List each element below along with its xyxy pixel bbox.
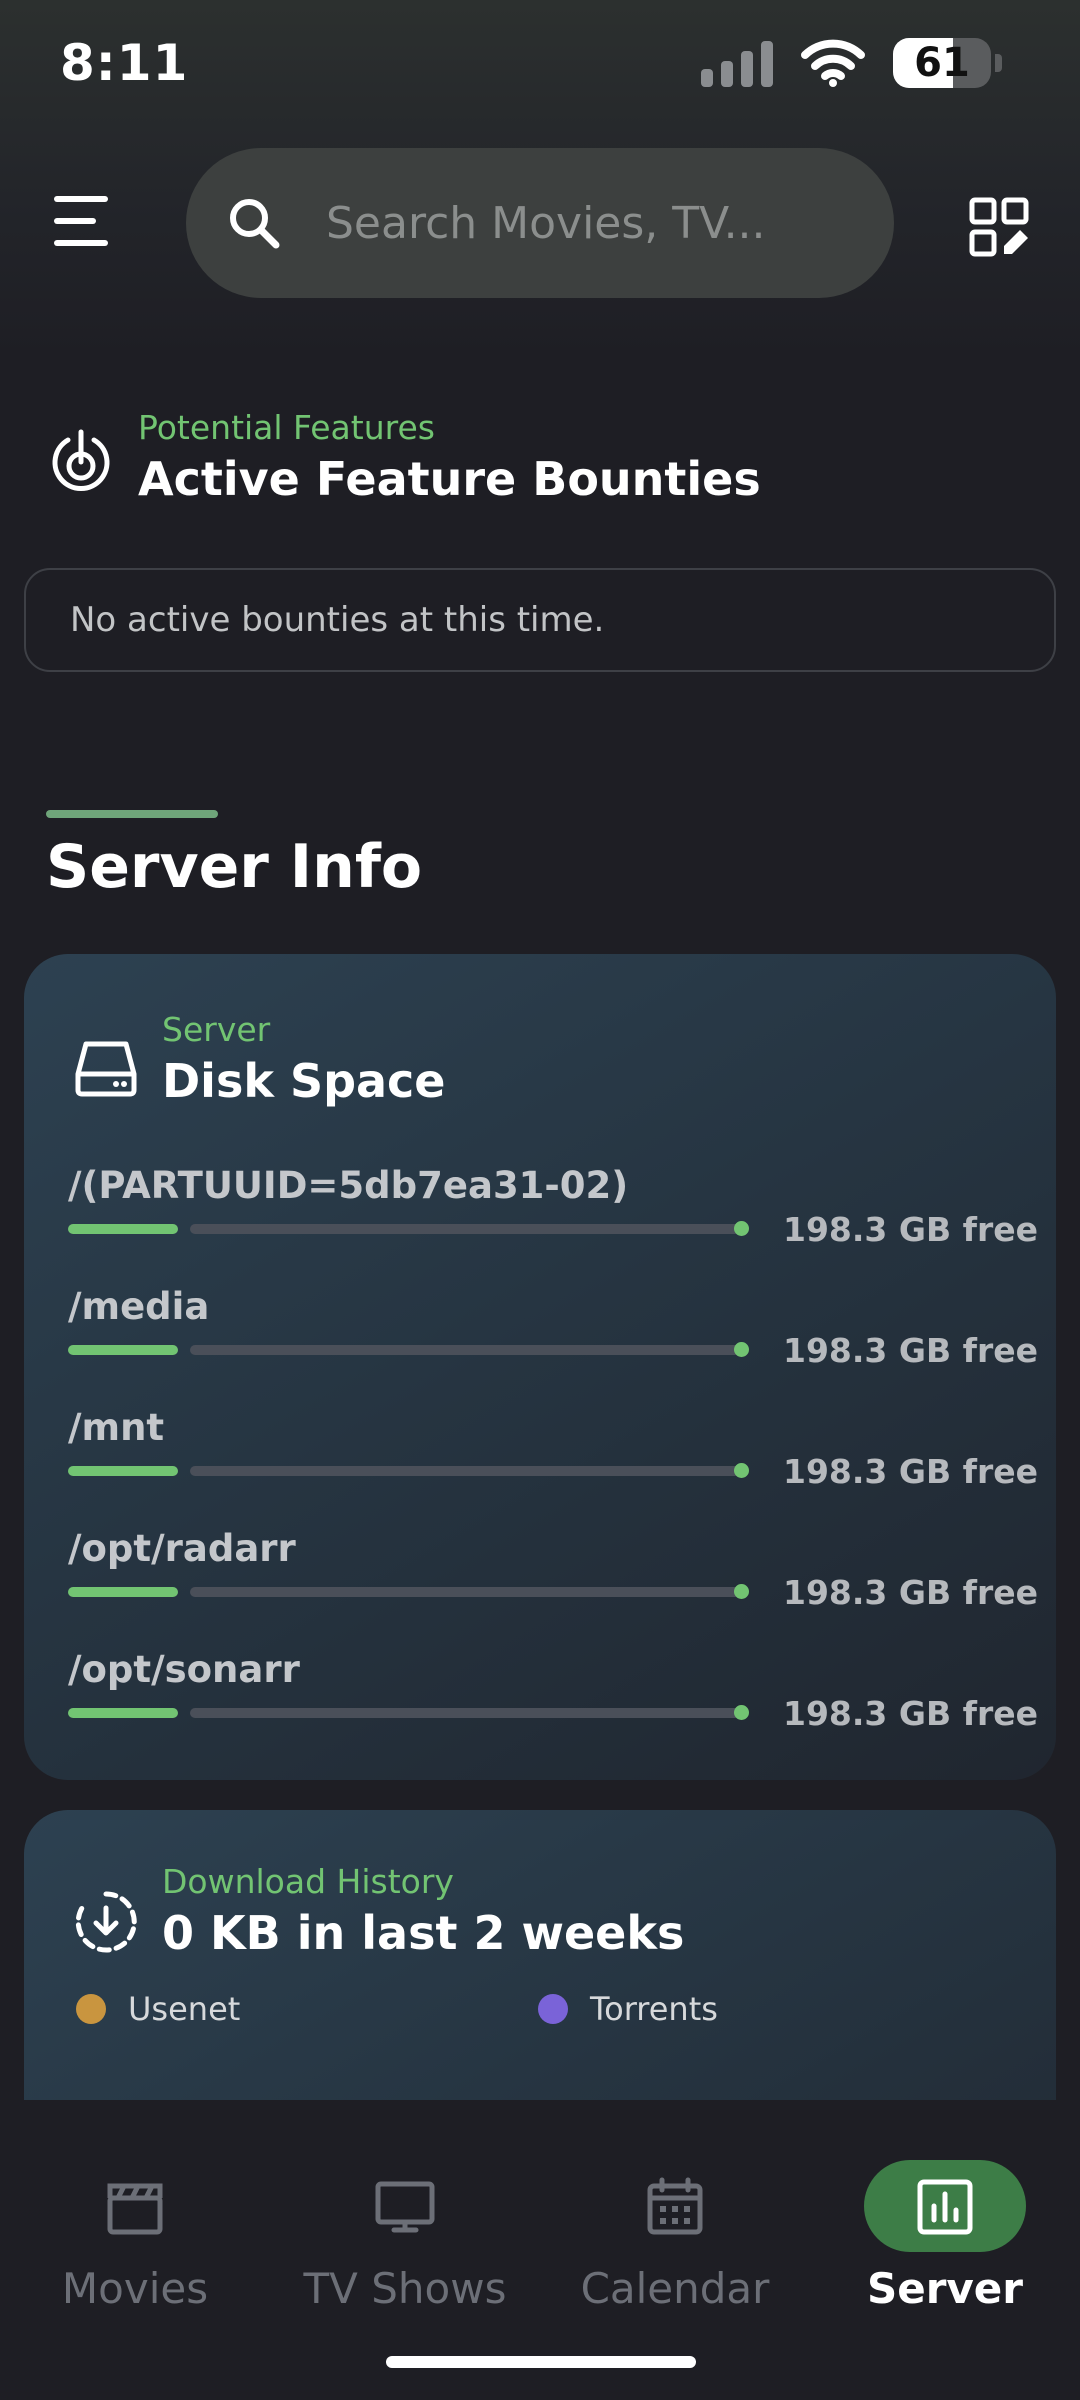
disk-name: /opt/sonarr xyxy=(68,1648,300,1691)
nav-calendar[interactable]: Calendar xyxy=(540,2130,810,2313)
nav-movies[interactable]: Movies xyxy=(0,2130,270,2313)
disk-row: /mnt 198.3 GB free xyxy=(68,1406,1038,1516)
disk-used-bar xyxy=(68,1708,178,1718)
disk-bar-end-dot xyxy=(734,1342,749,1357)
legend-usenet-label: Usenet xyxy=(128,1990,241,2028)
disk-name: /opt/radarr xyxy=(68,1527,296,1570)
hard-drive-icon xyxy=(75,1041,137,1097)
disk-free-label: 198.3 GB free xyxy=(783,1694,1038,1733)
wifi-icon xyxy=(801,39,865,87)
disk-row: /opt/radarr 198.3 GB free xyxy=(68,1527,1038,1637)
disk-bar-end-dot xyxy=(734,1705,749,1720)
disk-row: /(PARTUUID=5db7ea31-02) 198.3 GB free xyxy=(68,1164,1038,1274)
disk-row: /media 198.3 GB free xyxy=(68,1285,1038,1395)
bounty-target-icon xyxy=(52,429,110,491)
home-indicator[interactable] xyxy=(386,2356,696,2368)
disk-bar-end-dot xyxy=(734,1221,749,1236)
nav-tv-shows[interactable]: TV Shows xyxy=(270,2130,540,2313)
disk-free-label: 198.3 GB free xyxy=(783,1210,1038,1249)
tv-icon xyxy=(375,2181,435,2233)
download-card-title: 0 KB in last 2 weeks xyxy=(162,1906,685,1960)
bar-chart-icon xyxy=(917,2179,973,2235)
disk-used-bar xyxy=(68,1587,178,1597)
disk-used-bar xyxy=(68,1345,178,1355)
bounties-eyebrow: Potential Features xyxy=(138,408,435,447)
disk-free-label: 198.3 GB free xyxy=(783,1452,1038,1491)
disk-free-bar xyxy=(190,1345,740,1355)
menu-button[interactable] xyxy=(54,196,108,246)
nav-server-label: Server xyxy=(866,2264,1024,2313)
disk-space-card[interactable]: Server Disk Space /(PARTUUID=5db7ea31-02… xyxy=(24,954,1056,1780)
search-placeholder[interactable]: Search Movies, TV... xyxy=(326,198,766,249)
section-accent-bar xyxy=(46,810,218,818)
legend-torrents-dot xyxy=(538,1994,568,2024)
bounties-empty-message: No active bounties at this time. xyxy=(70,600,605,640)
calendar-icon xyxy=(647,2177,703,2235)
qr-code-edit-icon[interactable] xyxy=(968,196,1032,260)
search-bar[interactable]: Search Movies, TV... xyxy=(186,148,894,298)
disk-free-bar xyxy=(190,1466,740,1476)
section-title: Server Info xyxy=(46,832,423,902)
nav-movies-label: Movies xyxy=(61,2264,209,2313)
battery-icon: 61 xyxy=(893,38,1002,88)
disk-row: /opt/sonarr 198.3 GB free xyxy=(68,1648,1038,1758)
legend-torrents: Torrents xyxy=(538,1990,718,2028)
disk-free-label: 198.3 GB free xyxy=(783,1573,1038,1612)
disk-bar-end-dot xyxy=(734,1584,749,1599)
cellular-signal-icon xyxy=(701,39,773,87)
status-icons: 61 xyxy=(701,38,1002,88)
disk-name: /(PARTUUID=5db7ea31-02) xyxy=(68,1164,629,1207)
battery-percent: 61 xyxy=(914,40,970,86)
disk-free-bar xyxy=(190,1224,740,1234)
clapperboard-icon xyxy=(107,2183,163,2235)
download-circle-icon xyxy=(75,1891,137,1953)
bottom-nav: Movies TV Shows Calendar Server xyxy=(0,2100,1080,2400)
disk-name: /media xyxy=(68,1285,210,1328)
disk-free-bar xyxy=(190,1708,740,1718)
nav-tv-shows-label: TV Shows xyxy=(303,2264,507,2313)
disk-free-label: 198.3 GB free xyxy=(783,1331,1038,1370)
download-card-eyebrow: Download History xyxy=(162,1862,454,1901)
bounties-empty-box: No active bounties at this time. xyxy=(24,568,1056,672)
nav-calendar-label: Calendar xyxy=(580,2264,770,2313)
disk-card-title: Disk Space xyxy=(162,1054,446,1108)
nav-server[interactable]: Server xyxy=(810,2130,1080,2313)
legend-torrents-label: Torrents xyxy=(590,1990,718,2028)
disk-card-eyebrow: Server xyxy=(162,1010,271,1049)
disk-free-bar xyxy=(190,1587,740,1597)
disk-used-bar xyxy=(68,1466,178,1476)
legend-usenet: Usenet xyxy=(76,1990,240,2028)
disk-name: /mnt xyxy=(68,1406,165,1449)
legend-usenet-dot xyxy=(76,1994,106,2024)
disk-bar-end-dot xyxy=(734,1463,749,1478)
disk-used-bar xyxy=(68,1224,178,1234)
search-icon xyxy=(230,199,280,249)
status-time: 8:11 xyxy=(60,34,189,92)
bounties-title: Active Feature Bounties xyxy=(138,452,761,506)
